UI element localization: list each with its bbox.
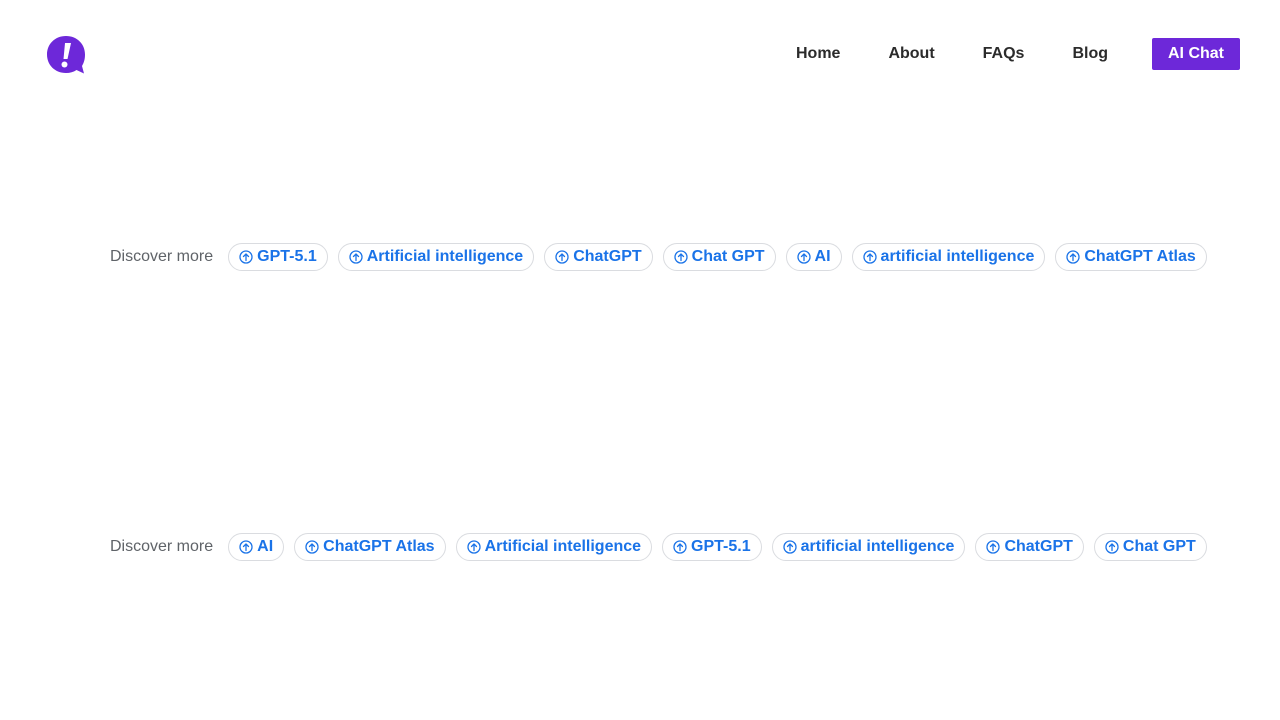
arrow-up-circle-icon [239, 540, 253, 554]
discover-chip[interactable]: ChatGPT [544, 243, 653, 271]
chip-label: AI [814, 248, 831, 265]
discover-more-label: Discover more [110, 538, 214, 555]
nav-faqs[interactable]: FAQs [983, 38, 1025, 70]
discover-more-row: Discover more GPT-5.1 Artificial intelli… [110, 242, 1207, 272]
nav-about[interactable]: About [888, 38, 934, 70]
site-header: Home About FAQs Blog AI Chat [0, 0, 1280, 108]
arrow-up-circle-icon [674, 250, 688, 264]
arrow-up-circle-icon [555, 250, 569, 264]
chip-label: artificial intelligence [880, 248, 1035, 265]
discover-chip[interactable]: ChatGPT Atlas [294, 533, 446, 561]
logo-icon[interactable] [45, 34, 87, 76]
ai-chat-button[interactable]: AI Chat [1152, 38, 1240, 70]
arrow-up-circle-icon [305, 540, 319, 554]
nav-home[interactable]: Home [796, 38, 840, 70]
discover-chip[interactable]: ChatGPT [975, 533, 1084, 561]
arrow-up-circle-icon [986, 540, 1001, 554]
chip-label: Artificial intelligence [366, 248, 524, 265]
nav-blog[interactable]: Blog [1072, 38, 1108, 70]
discover-more-label: Discover more [110, 248, 214, 265]
discover-chip[interactable]: AI [228, 533, 285, 561]
discover-chip[interactable]: Chat GPT [1093, 533, 1207, 561]
arrow-up-circle-icon [862, 250, 877, 264]
discover-chip[interactable]: artificial intelligence [851, 243, 1046, 271]
chip-label: ChatGPT [1004, 538, 1073, 555]
discover-chip[interactable]: Artificial intelligence [455, 533, 653, 561]
main-nav: Home About FAQs Blog AI Chat [796, 38, 1240, 70]
discover-chip[interactable]: GPT-5.1 [228, 243, 328, 271]
arrow-up-circle-icon [796, 250, 811, 264]
chip-label: Artificial intelligence [484, 538, 642, 555]
chip-label: ChatGPT [573, 248, 642, 265]
discover-chip[interactable]: artificial intelligence [771, 533, 966, 561]
discover-chip[interactable]: ChatGPT Atlas [1055, 243, 1207, 271]
chip-label: GPT-5.1 [257, 248, 317, 265]
chip-label: Chat GPT [691, 248, 765, 265]
discover-chip[interactable]: Artificial intelligence [337, 243, 535, 271]
chip-label: GPT-5.1 [691, 538, 751, 555]
arrow-up-circle-icon [349, 250, 363, 264]
arrow-up-circle-icon [239, 250, 253, 264]
arrow-up-circle-icon [466, 540, 481, 554]
discover-more-row: Discover more AI ChatGPT Atlas Artificia… [110, 532, 1207, 562]
chip-label: ChatGPT Atlas [323, 538, 435, 555]
chip-label: Chat GPT [1122, 538, 1196, 555]
arrow-up-circle-icon [1066, 250, 1081, 264]
arrow-up-circle-icon [1105, 540, 1119, 554]
arrow-up-circle-icon [673, 540, 687, 554]
discover-chip[interactable]: AI [785, 243, 842, 271]
discover-chip[interactable]: Chat GPT [662, 243, 776, 271]
chip-label: artificial intelligence [800, 538, 955, 555]
chip-label: AI [257, 538, 274, 555]
discover-chip[interactable]: GPT-5.1 [662, 533, 762, 561]
chip-label: ChatGPT Atlas [1084, 248, 1196, 265]
arrow-up-circle-icon [782, 540, 797, 554]
